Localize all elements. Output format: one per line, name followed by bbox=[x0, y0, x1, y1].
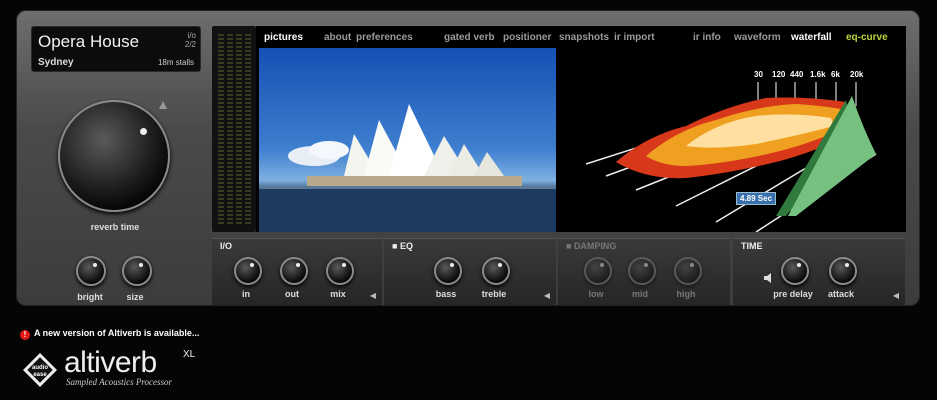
out-knob[interactable] bbox=[280, 257, 308, 285]
preset-name: Opera House bbox=[38, 32, 140, 51]
tab-snapshots[interactable]: snapshots bbox=[559, 32, 609, 43]
pre-delay-label: pre delay bbox=[773, 289, 813, 299]
mix-label: mix bbox=[330, 289, 346, 299]
level-meters bbox=[212, 26, 256, 232]
product-name: altiverb bbox=[64, 346, 157, 379]
time-panel: TIME pre delay attack ◀ bbox=[733, 238, 905, 305]
main-display: pictures about preferences gated verb po… bbox=[256, 26, 906, 232]
tab-gated-verb[interactable]: gated verb bbox=[444, 32, 495, 43]
out-label: out bbox=[285, 289, 299, 299]
high-knob[interactable] bbox=[674, 257, 702, 285]
eq-panel: ■ EQ bass treble ◀ bbox=[384, 238, 556, 305]
venue-photo: vr prev next config zoom bbox=[259, 48, 556, 232]
attack-knob[interactable] bbox=[829, 257, 857, 285]
bright-label: bright bbox=[77, 292, 103, 302]
waterfall-surface bbox=[585, 82, 877, 232]
update-notice-text: A new version of Altiverb is available..… bbox=[34, 328, 200, 338]
reverb-time-label: reverb time bbox=[90, 222, 140, 232]
high-label: high bbox=[676, 289, 696, 299]
alert-icon: ! bbox=[20, 330, 30, 340]
size-knob[interactable] bbox=[122, 256, 152, 286]
in-knob[interactable] bbox=[234, 257, 262, 285]
time-readout: 4.89 Sec bbox=[736, 192, 777, 205]
treble-label: treble bbox=[481, 289, 507, 299]
time-title: TIME bbox=[741, 241, 763, 251]
preset-count: i/o 2/2 bbox=[184, 31, 196, 49]
low-knob[interactable] bbox=[584, 257, 612, 285]
tab-pictures[interactable]: pictures bbox=[264, 32, 303, 43]
update-notice[interactable]: ! A new version of Altiverb is available.… bbox=[20, 328, 199, 340]
preset-distance: 18m stalls bbox=[157, 58, 194, 67]
bass-label: bass bbox=[435, 289, 457, 299]
eq-title: ■ EQ bbox=[392, 241, 413, 251]
damping-title: ■ DAMPING bbox=[566, 241, 617, 251]
mix-knob[interactable] bbox=[326, 257, 354, 285]
product-tagline: Sampled Acoustics Processor bbox=[66, 377, 172, 387]
tab-positioner[interactable]: positioner bbox=[503, 32, 551, 43]
svg-text:ease: ease bbox=[33, 372, 47, 378]
io-expand-icon[interactable]: ◀ bbox=[370, 291, 376, 300]
svg-text:audio: audio bbox=[32, 365, 48, 371]
eq-expand-icon[interactable]: ◀ bbox=[544, 291, 550, 300]
tab-ir-import[interactable]: ir import bbox=[614, 32, 655, 43]
tab-about[interactable]: about bbox=[324, 32, 351, 43]
size-label: size bbox=[126, 292, 144, 302]
low-label: low bbox=[588, 289, 604, 299]
audio-ease-logo: audio ease bbox=[23, 353, 57, 387]
tab-waveform[interactable]: waveform bbox=[734, 32, 781, 43]
in-label: in bbox=[242, 289, 250, 299]
mid-label: mid bbox=[631, 289, 648, 299]
bright-knob[interactable] bbox=[76, 256, 106, 286]
tab-eq-curve[interactable]: eq-curve bbox=[846, 32, 888, 43]
opera-house-image bbox=[259, 104, 556, 232]
treble-knob[interactable] bbox=[482, 257, 510, 285]
preset-display[interactable]: Opera House i/o 2/2 Sydney 18m stalls bbox=[31, 26, 201, 72]
tab-waterfall[interactable]: waterfall bbox=[791, 32, 832, 43]
io-title: I/O bbox=[220, 241, 233, 251]
product-suffix: XL bbox=[183, 349, 196, 360]
waterfall-plot: 30 120 440 1.6k 6k 20k 4.89 Sec bbox=[576, 66, 906, 232]
preset-location: Sydney bbox=[38, 57, 74, 68]
tab-preferences[interactable]: preferences bbox=[356, 32, 413, 43]
io-panel: I/O in out mix ◀ bbox=[212, 238, 382, 305]
attack-label: attack bbox=[827, 289, 854, 299]
speaker-icon[interactable] bbox=[763, 273, 773, 283]
bass-knob[interactable] bbox=[434, 257, 462, 285]
damping-panel: ■ DAMPING low mid high bbox=[558, 238, 730, 305]
reverb-time-arrow-icon bbox=[159, 101, 167, 109]
time-expand-icon[interactable]: ◀ bbox=[893, 291, 899, 300]
pre-delay-knob[interactable] bbox=[781, 257, 809, 285]
reverb-time-knob[interactable] bbox=[58, 100, 170, 212]
tab-ir-info[interactable]: ir info bbox=[693, 32, 721, 43]
mid-knob[interactable] bbox=[628, 257, 656, 285]
